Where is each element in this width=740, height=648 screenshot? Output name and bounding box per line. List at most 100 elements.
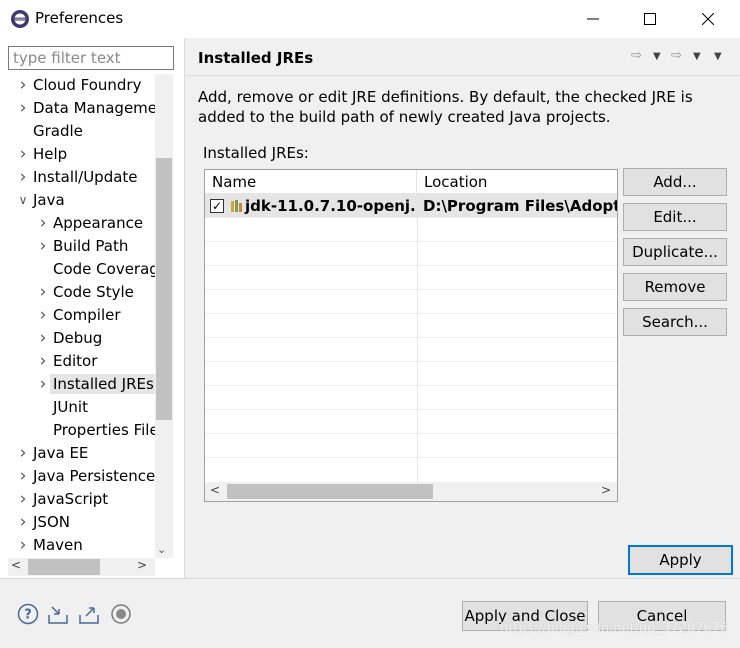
tree-vertical-scrollbar[interactable]: ⌄ [155, 74, 173, 558]
jre-checkbox[interactable]: ✓ [210, 199, 224, 213]
tree-item[interactable]: › Cloud Foundry [20, 74, 142, 97]
tree-item-label: Maven [33, 536, 83, 554]
chevron-right-icon[interactable]: › [36, 281, 50, 304]
tree-item[interactable]: › Installed JREs [40, 373, 155, 396]
jre-name: jdk-11.0.7.10-openj... [245, 197, 415, 215]
import-icon[interactable] [47, 603, 69, 625]
title-bar: Preferences [0, 0, 740, 38]
tree-item[interactable]: › Code Style [40, 281, 134, 304]
tree-item-label: Editor [53, 352, 98, 370]
scrollbar-thumb[interactable] [28, 559, 100, 575]
table-row [205, 218, 617, 242]
apply-button[interactable]: Apply [628, 545, 733, 575]
scrollbar-thumb[interactable] [227, 484, 433, 499]
tree-item[interactable]: › Compiler [40, 304, 121, 327]
tree-item[interactable]: › JSON [20, 511, 70, 534]
forward-dropdown-icon[interactable]: ▼ [693, 51, 701, 62]
chevron-right-icon[interactable]: › [16, 488, 30, 511]
close-icon [702, 13, 714, 25]
tree-item[interactable]: › Help [20, 143, 68, 166]
export-icon[interactable] [78, 603, 100, 625]
page-content: Add, remove or edit JRE definitions. By … [186, 77, 740, 578]
tree-item[interactable]: › Install/Update [20, 166, 138, 189]
tree-item-label: JUnit [53, 398, 88, 416]
tree-item[interactable]: Properties File [53, 419, 155, 442]
tree-item[interactable]: ∨ Java [19, 189, 65, 212]
maximize-button[interactable] [627, 0, 673, 38]
tree-item[interactable]: › Data Manageme [20, 97, 155, 120]
search-button[interactable]: Search... [623, 308, 727, 336]
jre-table[interactable]: Name Location ✓ jdk-11.0.7.10-openj... D… [204, 169, 618, 502]
tree-item[interactable]: › Build Path [40, 235, 129, 258]
chevron-right-icon[interactable]: > [137, 558, 147, 572]
chevron-right-icon[interactable]: › [36, 235, 50, 258]
table-row [205, 386, 617, 410]
chevron-right-icon[interactable]: › [16, 511, 30, 534]
installed-jres-label: Installed JREs: [203, 144, 309, 162]
table-horizontal-scrollbar[interactable]: < > [205, 482, 617, 501]
chevron-right-icon[interactable]: › [16, 143, 30, 166]
chevron-right-icon[interactable]: › [36, 304, 50, 327]
forward-arrow-icon[interactable]: ⇨ [671, 48, 682, 63]
help-icon[interactable]: ? [17, 603, 39, 625]
tree-item[interactable]: Code Coverag [53, 258, 155, 281]
tree-item-label: Installed JREs [50, 374, 155, 394]
back-arrow-icon[interactable]: ⇨ [631, 48, 642, 63]
tree-item[interactable]: › Java Persistence [20, 465, 155, 488]
filter-input[interactable] [8, 46, 174, 70]
tree-item[interactable]: › Appearance [40, 212, 144, 235]
tree-item-label: Install/Update [33, 168, 138, 186]
chevron-down-icon[interactable]: ⌄ [157, 543, 166, 556]
tree-item-label: JavaScript [33, 490, 109, 508]
tree-item-label: Properties File [53, 421, 155, 439]
chevron-right-icon[interactable]: › [16, 442, 30, 465]
record-icon[interactable] [110, 603, 132, 625]
tree-item-label: Appearance [53, 214, 144, 232]
tree-item[interactable]: Gradle [33, 120, 83, 143]
watermark-text: https://blog.csdn.net/qq_37207676 [500, 621, 729, 636]
preferences-tree: › Cloud Foundry › Data Manageme Gradle › Help ›… [0, 74, 155, 558]
page-description: Add, remove or edit JRE definitions. By … [198, 88, 693, 126]
chevron-right-icon[interactable]: > [601, 483, 611, 497]
tree-item[interactable]: › Java EE [20, 442, 89, 465]
scrollbar-thumb[interactable] [156, 158, 172, 420]
chevron-right-icon[interactable]: › [36, 327, 50, 350]
add-button[interactable]: Add... [623, 168, 727, 196]
column-header-location[interactable]: Location [417, 170, 617, 194]
chevron-left-icon[interactable]: < [210, 483, 220, 497]
tree-item[interactable]: › Debug [40, 327, 103, 350]
remove-button[interactable]: Remove [623, 273, 727, 301]
chevron-down-icon[interactable]: ∨ [16, 189, 30, 212]
chevron-right-icon[interactable]: › [36, 350, 50, 373]
table-row [205, 410, 617, 434]
view-menu-icon[interactable]: ▼ [714, 51, 722, 62]
chevron-right-icon[interactable]: › [16, 166, 30, 189]
chevron-right-icon[interactable]: › [16, 534, 30, 557]
chevron-right-icon[interactable]: › [16, 465, 30, 488]
table-row[interactable]: ✓ jdk-11.0.7.10-openj... D:\Program File… [205, 194, 617, 218]
tree-item[interactable]: JUnit [53, 396, 88, 419]
column-separator [417, 194, 418, 482]
close-button[interactable] [685, 0, 731, 38]
chevron-right-icon[interactable]: › [36, 373, 50, 396]
minimize-button[interactable] [570, 0, 616, 38]
table-row [205, 338, 617, 362]
tree-item-label: Compiler [53, 306, 121, 324]
tree-item-label: Java Persistence [33, 467, 155, 485]
tree-item[interactable]: › Editor [40, 350, 98, 373]
maximize-icon [644, 13, 656, 25]
dialog-button-bar: ? Apply and Close Cancel https://blog.cs… [0, 578, 740, 648]
tree-horizontal-scrollbar[interactable]: < > [8, 558, 155, 576]
chevron-right-icon[interactable]: › [16, 74, 30, 97]
edit-button[interactable]: Edit... [623, 203, 727, 231]
chevron-right-icon[interactable]: › [16, 97, 30, 120]
tree-item[interactable]: › JavaScript [20, 488, 109, 511]
table-row [205, 362, 617, 386]
chevron-left-icon[interactable]: < [11, 558, 21, 572]
tree-item[interactable]: › Maven [20, 534, 83, 557]
back-dropdown-icon[interactable]: ▼ [653, 51, 661, 62]
page-header: Installed JREs ⇨ ▼ ⇨ ▼ ▼ [186, 38, 740, 76]
chevron-right-icon[interactable]: › [36, 212, 50, 235]
column-header-name[interactable]: Name [205, 170, 417, 194]
duplicate-button[interactable]: Duplicate... [623, 238, 727, 266]
